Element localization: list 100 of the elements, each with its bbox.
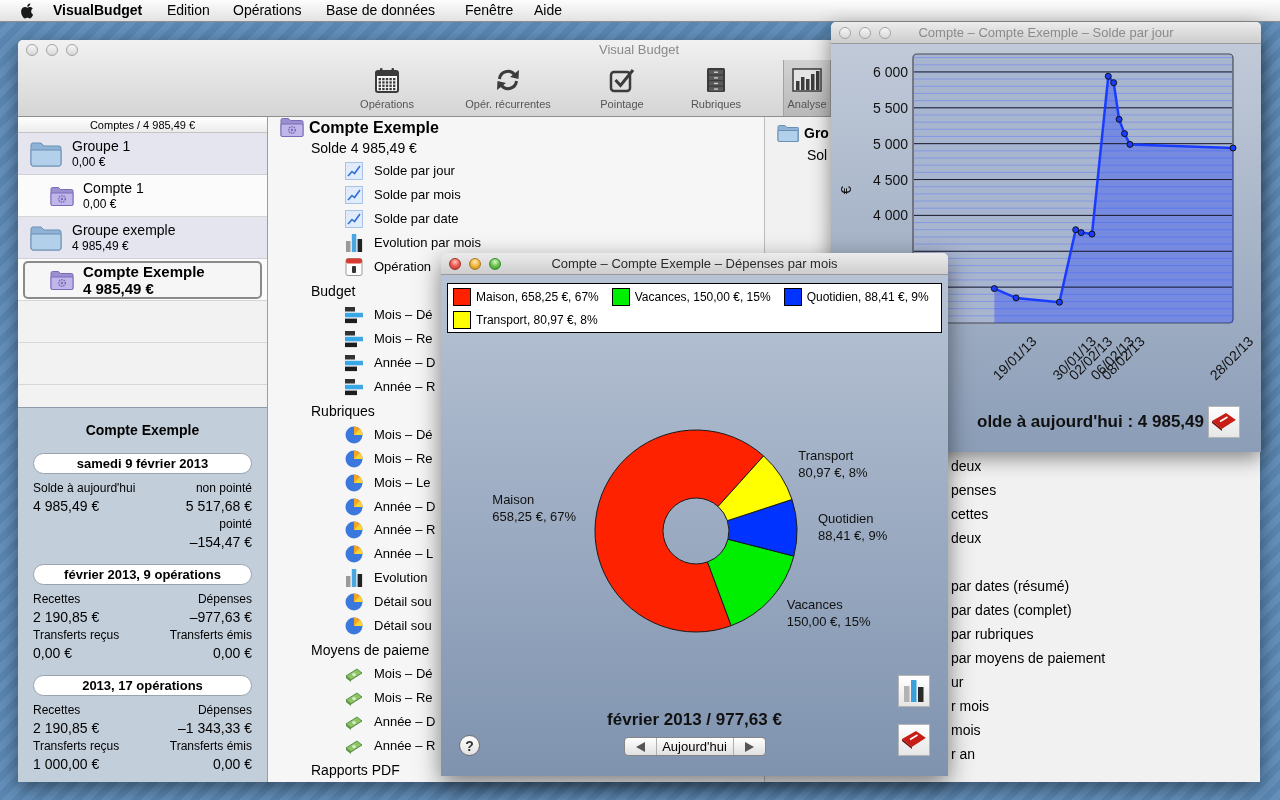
book-icon [1211,412,1237,432]
close-button[interactable] [839,26,851,39]
help-button[interactable]: ? [459,735,480,756]
slice-label: Transport [798,447,855,465]
menu-item[interactable]: Edition [167,2,210,18]
calendar-icon [374,67,400,93]
y-tick-label: 4 000 [872,207,908,224]
window-title: Visual Budget [599,42,679,58]
stat-label: Transferts reçus [33,738,120,755]
report-item[interactable]: Détail sou [345,593,432,612]
stat-value: –1 343,33 € [178,719,252,737]
zoom-button[interactable] [489,257,501,270]
export-button[interactable] [898,724,930,756]
report-list-title: Compte Exemple [309,117,439,137]
report-item[interactable]: Mois – Dé [345,425,433,444]
report-item[interactable]: Année – R [345,521,436,540]
data-point [1055,298,1063,306]
report-item[interactable]: Année – R [345,737,436,756]
menu-item[interactable]: Aide [534,2,563,18]
export-button[interactable] [1208,406,1240,438]
report-item[interactable]: par dates (résumé) [951,578,1070,594]
stat-label: Dépenses [197,591,252,608]
report-item[interactable]: Année – D [345,497,436,516]
stat-value: 0,00 € [213,755,252,773]
apple-icon[interactable] [20,2,34,19]
y-tick-label: 5 500 [872,99,908,116]
slice-label: Maison [492,491,536,509]
group-row[interactable]: Groupe exemple 4 985,49 € [18,217,267,259]
toolbar-button[interactable]: Opérations [337,60,437,116]
menu-item[interactable]: Fenêtre [465,2,514,18]
group-amount: 0,00 € [72,154,107,170]
data-point [1126,140,1134,148]
report-item[interactable]: Mois – Dé [345,665,433,684]
report-item[interactable]: Mois – Re [345,449,433,468]
folder-icon [30,140,62,167]
refresh-icon [495,67,521,93]
bar-chart-icon [792,67,822,93]
zoom-button[interactable] [879,26,891,39]
toolbar-button[interactable]: Pointage [579,60,665,116]
pie-chart-icon [345,545,363,564]
report-item[interactable]: Opération [345,257,432,276]
pie-chart-icon [345,521,363,540]
report-item[interactable]: r mois [951,698,990,714]
report-item[interactable]: Mois – Dé [345,305,433,324]
report-item[interactable]: Année – L [345,545,434,564]
group-amount: 4 985,49 € [72,238,130,254]
today-button[interactable]: Aujourd'hui [656,738,733,755]
chart-button[interactable] [898,675,930,707]
report-item[interactable]: par dates (complet) [951,602,1072,618]
report-item[interactable]: Solde par jour [345,161,455,180]
period-total: février 2013 / 977,63 € [607,709,782,731]
report-item[interactable]: par moyens de paiement [951,650,1106,666]
toolbar-button[interactable]: Analyse [783,60,831,116]
y-tick-label: 4 500 [872,171,908,188]
menu-item[interactable]: Base de données [326,2,435,18]
toolbar-button[interactable]: Opér. récurrentes [437,60,579,116]
zoom-button[interactable] [66,44,78,56]
report-item[interactable]: Année – D [345,713,436,732]
report-item[interactable]: ur [951,674,964,690]
close-button[interactable] [26,44,38,56]
line-chart-icon [345,209,363,228]
horizontal-bars-icon [345,377,363,396]
horizontal-bars-icon [345,353,363,372]
report-item[interactable]: deux [951,458,982,474]
report-item[interactable]: Année – R [345,377,436,396]
report-item[interactable]: Année – D [345,353,436,372]
report-item[interactable]: Mois – Re [345,329,433,348]
close-button[interactable] [449,257,461,270]
balance-text: Solde 4 985,49 € [311,140,417,156]
legend-label: Vacances, 150,00 €, 15% [634,290,771,304]
report-item[interactable]: Evolution [345,569,428,588]
report-item[interactable]: Solde par date [345,209,459,228]
report-item[interactable]: Evolution par mois [345,233,481,252]
minimize-button[interactable] [469,257,481,270]
app-menu[interactable]: VisualBudget [53,2,143,18]
menu-item[interactable]: Opérations [233,2,302,18]
report-item[interactable]: deux [951,530,982,546]
minimize-button[interactable] [46,44,58,56]
report-item[interactable]: mois [951,722,981,738]
report-item[interactable]: Mois – Re [345,689,433,708]
stat-label: pointé [219,516,252,533]
report-item[interactable]: par rubriques [951,626,1034,642]
report-item[interactable]: cettes [951,506,989,522]
report-item[interactable]: Solde par mois [345,185,461,204]
minimize-button[interactable] [859,26,871,39]
report-item[interactable]: Mois – Le [345,473,431,492]
file-cabinet-icon [705,67,727,93]
folder-icon [777,124,799,142]
report-item[interactable]: Détail sou [345,617,432,636]
pie-chart-icon [345,449,363,468]
bar-chart-icon [345,569,363,588]
period-header: 2013, 17 opérations [33,675,252,696]
report-item[interactable]: penses [951,482,997,498]
report-item[interactable]: r an [951,746,976,762]
data-point [1121,130,1129,138]
toolbar-button[interactable]: Rubriques [665,60,767,116]
group-row[interactable]: Groupe 1 0,00 € [18,133,267,175]
account-row[interactable]: Compte Exemple 4 985,49 € [23,260,262,299]
stat-value: 0,00 € [33,644,72,662]
report-list-title: Gro [804,124,829,142]
